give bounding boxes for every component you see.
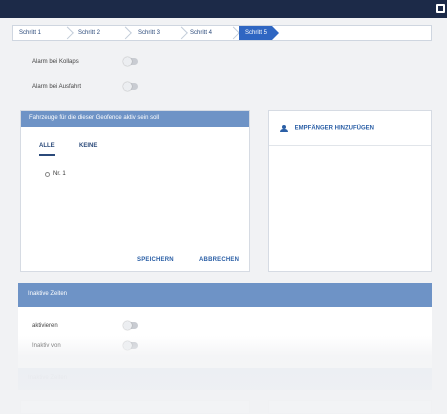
alarm-collapse-row: Alarm bei Kollaps bbox=[32, 57, 192, 69]
window-icon[interactable] bbox=[436, 4, 445, 13]
step-5[interactable]: Schritt 5 bbox=[239, 26, 280, 40]
activate-toggle[interactable] bbox=[123, 321, 138, 330]
person-add-icon bbox=[279, 125, 289, 132]
step-breadcrumb: Schritt 1 Schritt 2 Schritt 3 Schritt 4 … bbox=[12, 25, 432, 41]
vehicle-card: Fahrzeuge für die dieser Geofence aktiv … bbox=[20, 110, 250, 272]
divider bbox=[269, 145, 431, 146]
vehicle-radio[interactable] bbox=[45, 172, 50, 177]
save-button[interactable]: SPEICHERN bbox=[137, 257, 174, 263]
alarm-collapse-toggle[interactable] bbox=[123, 57, 138, 66]
next-section-header: Inaktive Zeiten bbox=[18, 368, 432, 390]
chevron-right-icon bbox=[121, 26, 129, 40]
step-4[interactable]: Schritt 4 bbox=[190, 26, 212, 40]
chevron-right-icon bbox=[177, 26, 185, 40]
chevron-right-icon bbox=[229, 26, 237, 40]
cancel-button[interactable]: ABBRECHEN bbox=[199, 257, 239, 263]
alarm-collapse-label: Alarm bei Kollaps bbox=[32, 59, 79, 65]
vehicle-radio-label: Nr. 1 bbox=[53, 171, 66, 177]
inactive-from-row: Inaktiv von bbox=[32, 341, 192, 353]
tab-keine[interactable]: KEINE bbox=[79, 143, 97, 153]
inactive-from-toggle[interactable] bbox=[123, 341, 138, 350]
step-2[interactable]: Schritt 2 bbox=[78, 26, 100, 40]
inactive-from-label: Inaktiv von bbox=[32, 343, 61, 349]
activate-row: aktivieren bbox=[32, 321, 192, 333]
alarm-exit-label: Alarm bei Ausfahrt bbox=[32, 84, 82, 90]
step-1[interactable]: Schritt 1 bbox=[19, 26, 41, 40]
chevron-right-icon bbox=[63, 26, 71, 40]
step-3[interactable]: Schritt 3 bbox=[138, 26, 160, 40]
add-recipient-button[interactable]: EMPFÄNGER HINZUFÜGEN bbox=[279, 125, 374, 132]
next-card-left bbox=[20, 400, 250, 414]
top-app-bar bbox=[0, 0, 447, 18]
alarm-exit-row: Alarm bei Ausfahrt bbox=[32, 82, 192, 94]
add-recipient-label: EMPFÄNGER HINZUFÜGEN bbox=[294, 125, 375, 132]
alarm-exit-toggle[interactable] bbox=[123, 82, 138, 91]
inactive-times-header: Inaktive Zeiten bbox=[18, 283, 432, 307]
inactive-times-body: aktivieren Inaktiv von bbox=[18, 307, 432, 369]
recipient-card: EMPFÄNGER HINZUFÜGEN bbox=[268, 110, 432, 272]
vehicle-card-title: Fahrzeuge für die dieser Geofence aktiv … bbox=[21, 111, 249, 127]
activate-label: aktivieren bbox=[32, 323, 58, 329]
tab-alle[interactable]: ALLE bbox=[39, 143, 55, 156]
next-card-right bbox=[268, 400, 432, 414]
